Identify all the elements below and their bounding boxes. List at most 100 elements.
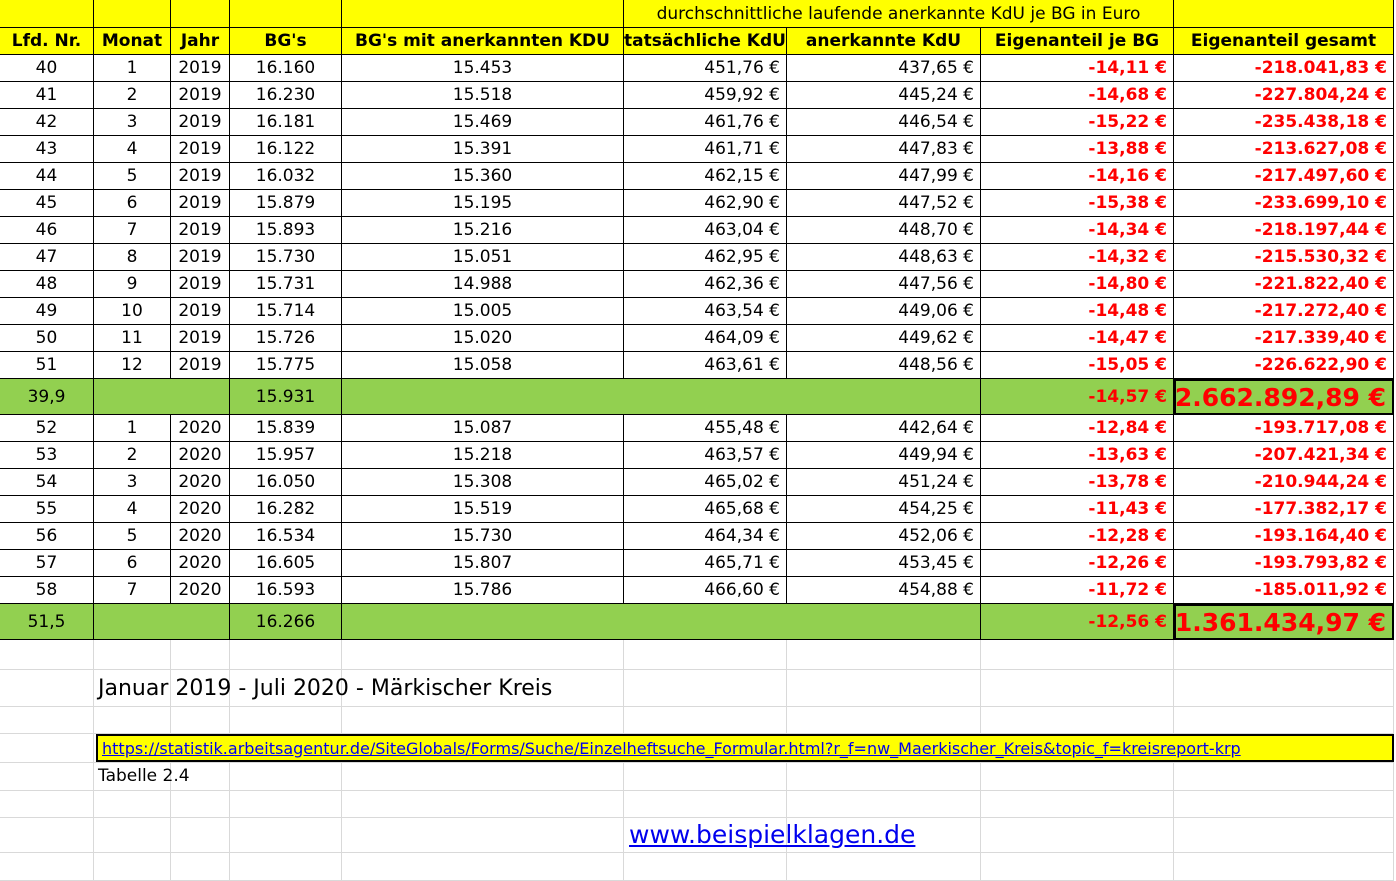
- table-cell[interactable]: -185.011,92 €: [1174, 577, 1394, 604]
- table-cell[interactable]: 15.957: [230, 442, 342, 469]
- table-cell[interactable]: 15.731: [230, 271, 342, 298]
- table-cell[interactable]: 2019: [171, 217, 230, 244]
- table-cell[interactable]: 52: [0, 415, 94, 442]
- table-cell[interactable]: 454,25 €: [787, 496, 981, 523]
- summary-eigenanteil-gesamt[interactable]: -2.662.892,89 €: [1174, 379, 1394, 415]
- table-cell[interactable]: -14,80 €: [981, 271, 1174, 298]
- table-cell[interactable]: 44: [0, 163, 94, 190]
- table-cell[interactable]: 7: [94, 217, 171, 244]
- table-cell[interactable]: 16.050: [230, 469, 342, 496]
- table-cell[interactable]: 447,83 €: [787, 136, 981, 163]
- table-cell[interactable]: 58: [0, 577, 94, 604]
- table-cell[interactable]: -226.622,90 €: [1174, 352, 1394, 379]
- table-cell[interactable]: 2019: [171, 244, 230, 271]
- table-cell[interactable]: 451,76 €: [624, 55, 787, 82]
- table-cell[interactable]: 10: [94, 298, 171, 325]
- table-cell[interactable]: -218.197,44 €: [1174, 217, 1394, 244]
- table-cell[interactable]: 447,52 €: [787, 190, 981, 217]
- table-cell[interactable]: 448,63 €: [787, 244, 981, 271]
- table-cell[interactable]: 2: [94, 442, 171, 469]
- summary-lfd[interactable]: 51,5: [0, 604, 94, 640]
- table-cell[interactable]: 448,70 €: [787, 217, 981, 244]
- table-cell[interactable]: 464,34 €: [624, 523, 787, 550]
- table-cell[interactable]: -218.041,83 €: [1174, 55, 1394, 82]
- table-cell[interactable]: 55: [0, 496, 94, 523]
- table-cell[interactable]: 461,76 €: [624, 109, 787, 136]
- table-cell[interactable]: 51: [0, 352, 94, 379]
- table-cell[interactable]: 16.282: [230, 496, 342, 523]
- table-cell[interactable]: 2020: [171, 550, 230, 577]
- table-cell[interactable]: -12,26 €: [981, 550, 1174, 577]
- table-cell[interactable]: 15.005: [342, 298, 624, 325]
- table-cell[interactable]: 2: [94, 82, 171, 109]
- table-cell[interactable]: -15,22 €: [981, 109, 1174, 136]
- table-cell[interactable]: 48: [0, 271, 94, 298]
- table-cell[interactable]: 2019: [171, 55, 230, 82]
- summary-bgs[interactable]: 15.931: [230, 379, 342, 415]
- table-cell[interactable]: 5: [94, 523, 171, 550]
- table-cell[interactable]: 41: [0, 82, 94, 109]
- table-cell[interactable]: 16.032: [230, 163, 342, 190]
- table-cell[interactable]: 2019: [171, 190, 230, 217]
- table-cell[interactable]: -14,32 €: [981, 244, 1174, 271]
- table-cell[interactable]: 463,54 €: [624, 298, 787, 325]
- table-cell[interactable]: -14,34 €: [981, 217, 1174, 244]
- table-cell[interactable]: -14,48 €: [981, 298, 1174, 325]
- table-cell[interactable]: -12,84 €: [981, 415, 1174, 442]
- table-cell[interactable]: 462,36 €: [624, 271, 787, 298]
- table-cell[interactable]: -217.497,60 €: [1174, 163, 1394, 190]
- table-cell[interactable]: 447,99 €: [787, 163, 981, 190]
- table-cell[interactable]: 16.230: [230, 82, 342, 109]
- table-cell[interactable]: -15,05 €: [981, 352, 1174, 379]
- table-cell[interactable]: 15.216: [342, 217, 624, 244]
- table-cell[interactable]: 15.360: [342, 163, 624, 190]
- table-cell[interactable]: 53: [0, 442, 94, 469]
- table-cell[interactable]: 15.775: [230, 352, 342, 379]
- table-cell[interactable]: -14,47 €: [981, 325, 1174, 352]
- table-cell[interactable]: 16.593: [230, 577, 342, 604]
- source-link[interactable]: https://statistik.arbeitsagentur.de/Site…: [102, 739, 1241, 758]
- table-cell[interactable]: -11,43 €: [981, 496, 1174, 523]
- table-cell[interactable]: 2019: [171, 109, 230, 136]
- table-cell[interactable]: -217.339,40 €: [1174, 325, 1394, 352]
- table-cell[interactable]: -235.438,18 €: [1174, 109, 1394, 136]
- table-cell[interactable]: -193.717,08 €: [1174, 415, 1394, 442]
- table-cell[interactable]: 15.879: [230, 190, 342, 217]
- table-cell[interactable]: -233.699,10 €: [1174, 190, 1394, 217]
- table-cell[interactable]: 446,54 €: [787, 109, 981, 136]
- table-cell[interactable]: 465,68 €: [624, 496, 787, 523]
- table-cell[interactable]: 6: [94, 550, 171, 577]
- table-cell[interactable]: 466,60 €: [624, 577, 787, 604]
- summary-lfd[interactable]: 39,9: [0, 379, 94, 415]
- table-cell[interactable]: 15.195: [342, 190, 624, 217]
- table-cell[interactable]: -193.793,82 €: [1174, 550, 1394, 577]
- table-cell[interactable]: 3: [94, 109, 171, 136]
- summary-eigenanteil-je-bg[interactable]: -12,56 €: [981, 604, 1174, 640]
- table-cell[interactable]: -13,78 €: [981, 469, 1174, 496]
- table-cell[interactable]: 462,15 €: [624, 163, 787, 190]
- table-cell[interactable]: 453,45 €: [787, 550, 981, 577]
- table-cell[interactable]: 462,90 €: [624, 190, 787, 217]
- table-cell[interactable]: 2019: [171, 271, 230, 298]
- table-cell[interactable]: 459,92 €: [624, 82, 787, 109]
- table-cell[interactable]: 54: [0, 469, 94, 496]
- table-cell[interactable]: 452,06 €: [787, 523, 981, 550]
- table-cell[interactable]: 1: [94, 55, 171, 82]
- table-cell[interactable]: -217.272,40 €: [1174, 298, 1394, 325]
- table-cell[interactable]: 2020: [171, 469, 230, 496]
- table-cell[interactable]: -12,28 €: [981, 523, 1174, 550]
- table-cell[interactable]: -13,88 €: [981, 136, 1174, 163]
- table-cell[interactable]: 15.218: [342, 442, 624, 469]
- source-link-cell[interactable]: https://statistik.arbeitsagentur.de/Site…: [96, 734, 1394, 762]
- table-cell[interactable]: 15.714: [230, 298, 342, 325]
- table-cell[interactable]: 4: [94, 496, 171, 523]
- table-cell[interactable]: 15.893: [230, 217, 342, 244]
- table-cell[interactable]: -193.164,40 €: [1174, 523, 1394, 550]
- table-cell[interactable]: -13,63 €: [981, 442, 1174, 469]
- table-cell[interactable]: 461,71 €: [624, 136, 787, 163]
- table-cell[interactable]: 42: [0, 109, 94, 136]
- table-cell[interactable]: 463,04 €: [624, 217, 787, 244]
- table-cell[interactable]: 15.453: [342, 55, 624, 82]
- website-link-cell[interactable]: www.beispielklagen.de: [629, 820, 915, 849]
- table-cell[interactable]: 465,71 €: [624, 550, 787, 577]
